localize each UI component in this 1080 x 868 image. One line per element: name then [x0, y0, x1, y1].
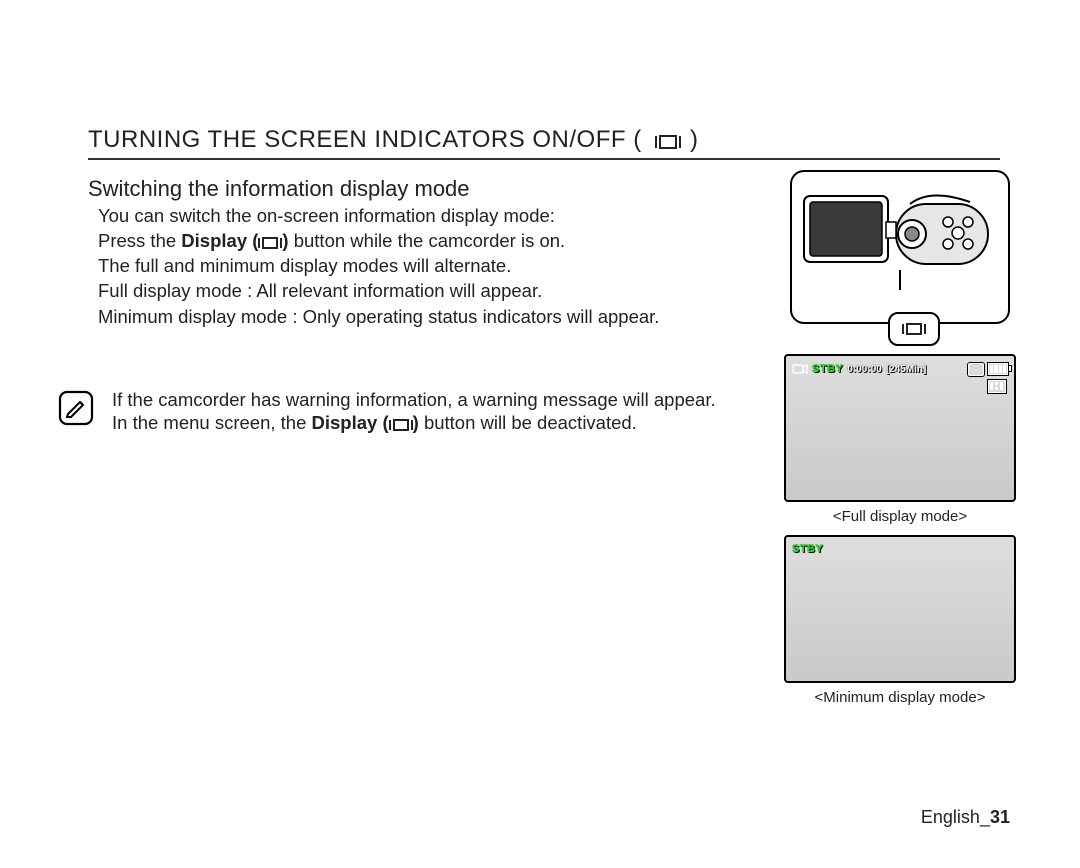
- sep: :: [287, 306, 302, 327]
- full-display-screen: STBY 0:00:00 [245Min]: [784, 354, 1016, 502]
- full-display-desc: All relevant information will appear.: [256, 280, 542, 301]
- screen-status-row: STBY: [792, 543, 1008, 555]
- sep: :: [242, 280, 256, 301]
- body-block: You can switch the on-screen information…: [98, 204, 738, 328]
- body-line-3: The full and minimum display modes will …: [98, 254, 738, 277]
- full-display-caption: <Full display mode>: [833, 508, 967, 525]
- page-footer: English_31: [921, 807, 1010, 828]
- battery-icon: [988, 363, 1008, 375]
- memory-card-icon: [968, 363, 984, 376]
- note-text: If the camcorder has warning information…: [112, 388, 716, 434]
- note-line-2: In the menu screen, the Display () butto…: [112, 411, 716, 434]
- minimum-display-screen: STBY: [784, 535, 1016, 683]
- thumbnail-grid-icon: [988, 380, 1006, 393]
- full-display-label: Full display mode: [98, 280, 242, 301]
- body-line-2a: Press the: [98, 230, 181, 251]
- camcorder-svg: [800, 182, 1000, 292]
- section-heading-row: TURNING THE SCREEN INDICATORS ON/OFF ( ): [88, 126, 1000, 160]
- body-line-2b: button while the camcorder is on.: [294, 230, 565, 251]
- camera-mode-icon: [792, 362, 808, 376]
- pencil-note-icon: [58, 390, 94, 426]
- full-display-row: Full display mode : All relevant informa…: [98, 279, 738, 302]
- display-button-label: Display (): [181, 230, 293, 251]
- display-label-a: Display (: [312, 412, 389, 433]
- display-label-a: Display (: [181, 230, 258, 251]
- note-line-2b: button will be deactivated.: [424, 412, 637, 433]
- elapsed-time: 0:00:00: [847, 364, 881, 375]
- display-label-b: ): [282, 230, 288, 251]
- min-display-desc: Only operating status indicators will ap…: [303, 306, 660, 327]
- figure-column: STBY 0:00:00 [245Min] <Full display mode…: [782, 170, 1018, 706]
- display-label-b: ): [413, 412, 419, 433]
- manual-page: TURNING THE SCREEN INDICATORS ON/OFF ( )…: [0, 0, 1080, 868]
- footer-lang: English: [921, 807, 980, 827]
- display-icon: [655, 135, 681, 149]
- stby-indicator: STBY: [792, 543, 823, 555]
- body-line-2: Press the Display () button while the ca…: [98, 229, 738, 252]
- stby-indicator: STBY: [812, 363, 843, 375]
- heading-text-b: ): [690, 126, 699, 153]
- body-line-1: You can switch the on-screen information…: [98, 204, 738, 227]
- heading-text-a: TURNING THE SCREEN INDICATORS ON/OFF (: [88, 126, 642, 153]
- footer-page-number: 31: [990, 807, 1010, 827]
- note-line-2a: In the menu screen, the: [112, 412, 312, 433]
- display-icon: [902, 323, 926, 335]
- screen-status-row: STBY 0:00:00 [245Min]: [792, 362, 1008, 376]
- minimum-display-caption: <Minimum display mode>: [815, 689, 986, 706]
- min-display-row: Minimum display mode : Only operating st…: [98, 305, 738, 328]
- section-heading: TURNING THE SCREEN INDICATORS ON/OFF ( ): [88, 126, 699, 154]
- footer-sep: _: [980, 807, 990, 827]
- display-button-label: Display (): [312, 412, 424, 433]
- note-icon: [58, 390, 94, 431]
- display-icon: [389, 419, 413, 431]
- remaining-time: [245Min]: [886, 364, 927, 375]
- note-line-1: If the camcorder has warning information…: [112, 388, 716, 411]
- display-icon: [258, 237, 282, 249]
- display-button-callout: [888, 312, 940, 346]
- camcorder-illustration: [790, 170, 1010, 324]
- min-display-label: Minimum display mode: [98, 306, 287, 327]
